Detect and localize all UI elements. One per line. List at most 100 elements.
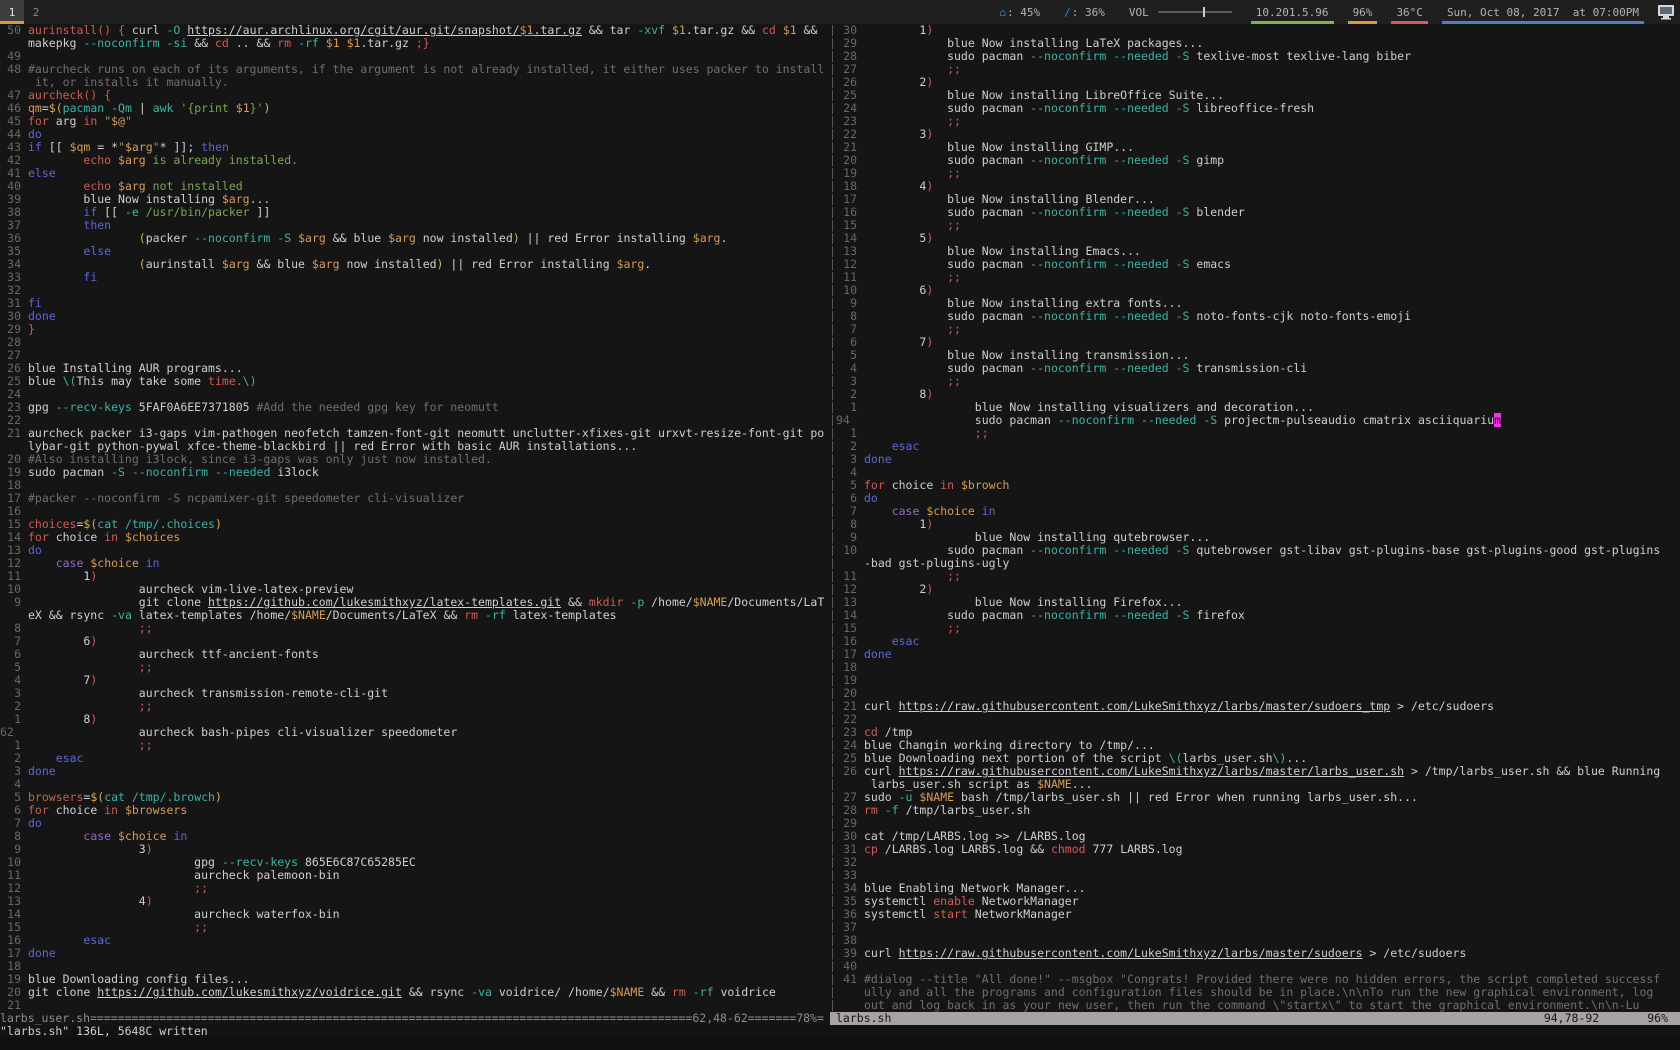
right-buffer-larbs-sh[interactable]: 30 1)29 blue Now installing LaTeX packag… xyxy=(836,24,1680,1012)
code-row[interactable]: 28rm -f /tmp/larbs_user.sh xyxy=(836,804,1680,817)
code-row[interactable]: 32 xyxy=(0,284,829,297)
syntax-span xyxy=(28,231,139,245)
code-row[interactable]: 36systemctl start NetworkManager xyxy=(836,908,1680,921)
code-row[interactable]: 42 echo $arg is already installed. xyxy=(0,154,829,167)
code-row[interactable]: 15 ;; xyxy=(836,622,1680,635)
code-row[interactable]: 7 ;; xyxy=(836,323,1680,336)
status-block-text: 10.201.5.96 xyxy=(1256,6,1329,19)
code-row[interactable]: 12 sudo pacman --noconfirm --needed -S e… xyxy=(836,258,1680,271)
syntax-span: in xyxy=(173,829,187,843)
code-row[interactable]: 12 case $choice in xyxy=(0,557,829,570)
code-row[interactable]: 11 ;; xyxy=(836,271,1680,284)
code-row[interactable]: 19 xyxy=(836,674,1680,687)
code-row[interactable]: 3done xyxy=(0,765,829,778)
pane-divider[interactable]: | | | | | | | | | | | | | | | | | | | | … xyxy=(829,24,836,1012)
volume-knob[interactable] xyxy=(1203,7,1205,17)
status-block[interactable]: 96% xyxy=(1348,0,1378,24)
workspace-button-1[interactable]: 1 xyxy=(0,0,24,24)
code-text: (aurinstall $arg && blue $arg now instal… xyxy=(21,258,651,271)
code-row[interactable]: 21curl https://raw.githubusercontent.com… xyxy=(836,700,1680,713)
clock-block[interactable]: Sun, Oct 08, 2017 at 07:00PM xyxy=(1442,0,1644,24)
code-row[interactable]: 16 esac xyxy=(0,934,829,947)
code-row[interactable]: 2 esac xyxy=(0,752,829,765)
status-block[interactable]: 10.201.5.96 xyxy=(1251,0,1334,24)
code-row[interactable]: -bad gst-plugins-ugly xyxy=(836,557,1680,570)
code-row[interactable]: 45for arg in "$@" xyxy=(0,115,829,128)
code-row[interactable]: 16 esac xyxy=(836,635,1680,648)
workspace-button-2[interactable]: 2 xyxy=(24,0,48,24)
syntax-span: ;; xyxy=(139,738,153,752)
syntax-span: $choice xyxy=(118,829,166,843)
code-row[interactable]: 24 sudo pacman --noconfirm --needed -S l… xyxy=(836,102,1680,115)
syntax-span: 3 xyxy=(864,127,926,141)
code-row[interactable]: 3 ;; xyxy=(836,375,1680,388)
code-row[interactable]: 14 sudo pacman --noconfirm --needed -S f… xyxy=(836,609,1680,622)
code-row[interactable]: 36 (packer --noconfirm -S $arg && blue $… xyxy=(0,232,829,245)
code-row[interactable]: 16 sudo pacman --noconfirm --needed -S b… xyxy=(836,206,1680,219)
code-row[interactable]: makepkg --noconfirm -si && cd .. && rm -… xyxy=(0,37,829,50)
code-row[interactable]: 15 ;; xyxy=(836,219,1680,232)
code-row[interactable]: 8 sudo pacman --noconfirm --needed -S no… xyxy=(836,310,1680,323)
code-text: blue \(This may take some time.\) xyxy=(21,375,257,388)
code-row[interactable]: 2 ;; xyxy=(0,700,829,713)
syntax-span: $( xyxy=(90,790,104,804)
code-row[interactable]: 7 case $choice in xyxy=(836,505,1680,518)
code-row[interactable]: 6for choice in $browsers xyxy=(0,804,829,817)
code-row[interactable]: 20git clone https://github.com/lukesmith… xyxy=(0,986,829,999)
syntax-span: aurcheck palemoon-bin xyxy=(28,868,340,882)
code-row[interactable]: 28 xyxy=(0,336,829,349)
code-row[interactable]: 15 ;; xyxy=(0,921,829,934)
volume-slider[interactable] xyxy=(1158,11,1232,13)
syntax-span: blue Installing AUR programs... xyxy=(28,361,243,375)
status-block[interactable]: 36°C xyxy=(1391,0,1428,24)
syntax-span: ) xyxy=(926,335,933,349)
code-row[interactable]: 31fi xyxy=(0,297,829,310)
code-row[interactable]: 5 ;; xyxy=(0,661,829,674)
code-row[interactable]: 19 ;; xyxy=(836,167,1680,180)
code-row[interactable]: 1 ;; xyxy=(836,427,1680,440)
code-row[interactable]: 21 xyxy=(0,999,829,1012)
system-tray[interactable] xyxy=(1654,0,1678,24)
code-row[interactable]: 17done xyxy=(0,947,829,960)
code-row[interactable]: 14for choice in $choices xyxy=(0,531,829,544)
code-row[interactable]: 38 if [[ -e /usr/bin/packer ]] xyxy=(0,206,829,219)
code-row[interactable]: 28 sudo pacman --noconfirm --needed -S t… xyxy=(836,50,1680,63)
code-row[interactable]: 23 ;; xyxy=(836,115,1680,128)
code-row[interactable]: 25blue \(This may take some time.\) xyxy=(0,375,829,388)
code-row[interactable]: 2 esac xyxy=(836,440,1680,453)
syntax-span: ;} xyxy=(416,36,430,50)
left-buffer-larbs-user-sh[interactable]: 50aurinstall() { curl -O https://aur.arc… xyxy=(0,24,829,1012)
code-row[interactable]: 22 xyxy=(836,713,1680,726)
code-row[interactable]: 3done xyxy=(836,453,1680,466)
code-row[interactable]: 11 ;; xyxy=(836,570,1680,583)
syntax-span: blue xyxy=(28,374,63,388)
code-row[interactable]: 37 xyxy=(836,921,1680,934)
code-row[interactable]: it, or installs it manually. xyxy=(0,76,829,89)
code-row[interactable]: 27 ;; xyxy=(836,63,1680,76)
code-row[interactable]: 33 fi xyxy=(0,271,829,284)
code-row[interactable]: 23gpg --recv-keys 5FAF0A6EE7371805 #Add … xyxy=(0,401,829,414)
code-row[interactable]: 31cp /LARBS.log LARBS.log && chmod 777 L… xyxy=(836,843,1680,856)
code-row[interactable]: 5for choice in $browch xyxy=(836,479,1680,492)
code-row[interactable]: 29} xyxy=(0,323,829,336)
syntax-span: blue Now installing Blender... xyxy=(864,192,1155,206)
volume-block[interactable]: VOL xyxy=(1124,0,1237,24)
code-row[interactable]: 32 xyxy=(836,856,1680,869)
code-row[interactable]: 17#packer --noconfirm -S ncpamixer-git s… xyxy=(0,492,829,505)
syntax-span: now installed xyxy=(416,231,513,245)
active-statusline[interactable]: larbs.sh 94,78-92 96% xyxy=(830,1012,1680,1025)
code-row[interactable]: 18 xyxy=(836,661,1680,674)
code-row[interactable]: 4 sudo pacman --noconfirm --needed -S tr… xyxy=(836,362,1680,375)
code-row[interactable]: 20 sudo pacman --noconfirm --needed -S g… xyxy=(836,154,1680,167)
code-row[interactable]: 30done xyxy=(0,310,829,323)
code-row[interactable]: 17done xyxy=(836,648,1680,661)
syntax-span: 4 xyxy=(864,179,926,193)
syntax-span: aurcheck transmission-remote-cli-git xyxy=(28,686,388,700)
syntax-span: cd xyxy=(215,36,236,50)
code-row[interactable]: 8 ;; xyxy=(0,622,829,635)
cursor-position: 94,78-92 xyxy=(1544,1012,1599,1025)
code-row[interactable]: 19sudo pacman -S --noconfirm --needed i3… xyxy=(0,466,829,479)
code-row[interactable]: 39curl https://raw.githubusercontent.com… xyxy=(836,947,1680,960)
code-row[interactable]: 34 (aurinstall $arg && blue $arg now ins… xyxy=(0,258,829,271)
code-row[interactable]: 1 ;; xyxy=(0,739,829,752)
